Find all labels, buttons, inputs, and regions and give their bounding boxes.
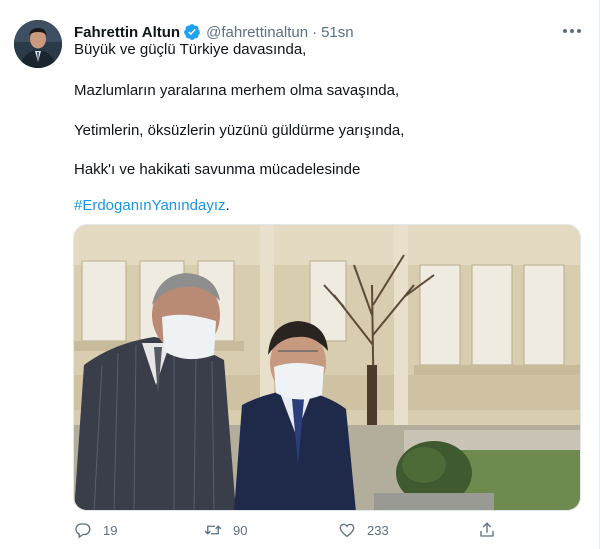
retweet-count: 90: [233, 522, 248, 538]
retweet-icon: [204, 525, 222, 535]
like-count: 233: [367, 522, 389, 538]
share-icon: [480, 522, 494, 537]
hashtag-link[interactable]: #ErdoganınYanındayız: [74, 197, 226, 214]
tweet-actions: 19 90 233: [74, 518, 504, 542]
like-icon: [339, 523, 355, 538]
like-button[interactable]: 233: [338, 518, 389, 542]
reply-icon: [75, 523, 91, 539]
avatar[interactable]: [14, 20, 62, 68]
tweet-card[interactable]: Fahrettin Altun @fahrettinaltun · 51sn B…: [0, 0, 600, 549]
tweet-text-line: Yetimlerin, öksüzlerin yüzünü güldürme y…: [74, 122, 405, 139]
tweet-text-line: Hakk'ı ve hakikati savunma mücadelesinde: [74, 161, 361, 178]
reply-button[interactable]: 19: [74, 518, 117, 542]
more-icon[interactable]: [559, 20, 585, 42]
tweet-photo[interactable]: [73, 224, 581, 511]
hashtag-suffix: .: [225, 197, 230, 214]
photo-image: [74, 225, 580, 510]
share-button[interactable]: [478, 518, 496, 542]
author-handle[interactable]: @fahrettinaltun: [206, 24, 308, 41]
tweet-text-line: Büyük ve güçlü Türkiye davasında,: [74, 41, 307, 58]
author-name[interactable]: Fahrettin Altun: [74, 24, 180, 41]
retweet-button[interactable]: 90: [204, 518, 247, 542]
reply-count: 19: [103, 522, 118, 538]
tweet-text-line: Mazlumların yaralarına merhem olma savaş…: [74, 82, 400, 99]
verified-badge-icon: [184, 24, 200, 40]
avatar-photo: [14, 20, 62, 68]
tweet-hashtag-line: #ErdoganınYanındayız.: [74, 196, 230, 216]
tweet-time[interactable]: 51sn: [321, 24, 354, 41]
tweet-header: Fahrettin Altun @fahrettinaltun · 51sn: [74, 22, 585, 42]
separator-dot: ·: [312, 23, 318, 41]
